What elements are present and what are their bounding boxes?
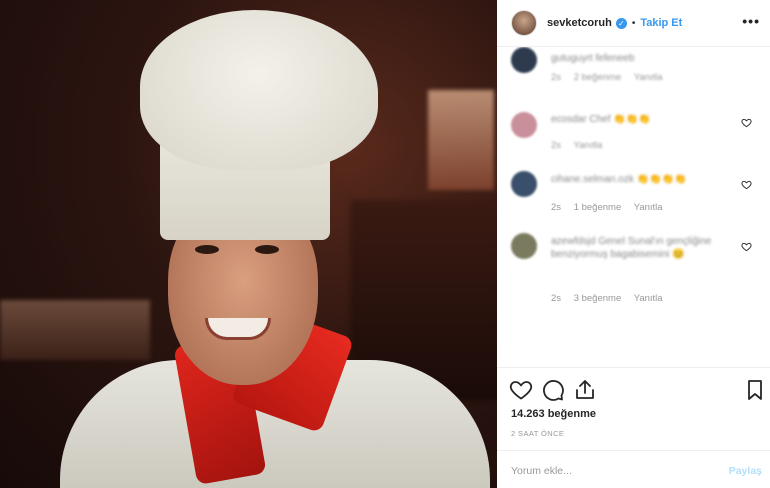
comment-input[interactable]: Yorum ekle... (511, 465, 572, 477)
comment-meta: 2s 2 beğenme Yanıtla (551, 72, 673, 83)
post-header: sevketcoruh ✓ • Takip Et ••• (497, 0, 770, 47)
comment-avatar[interactable] (511, 47, 537, 73)
comment-icon[interactable] (541, 378, 565, 402)
left-eye (195, 245, 219, 254)
comment-meta: 2s 1 beğenme Yanıtla (551, 202, 673, 213)
reply-button[interactable]: Yanıtla (574, 140, 603, 151)
comment-heart-icon[interactable] (741, 241, 752, 252)
post-timestamp[interactable]: 2 SAAT ÖNCE (511, 429, 564, 438)
profile-avatar[interactable] (511, 10, 537, 36)
share-icon[interactable] (573, 378, 597, 402)
comment-heart-icon[interactable] (741, 179, 752, 190)
reply-button[interactable]: Yanıtla (634, 293, 663, 304)
comment-time: 2s (551, 140, 562, 151)
post-actions: 14.263 beğenme 2 SAAT ÖNCE (497, 367, 770, 442)
separator-dot: • (631, 17, 636, 29)
likes-count[interactable]: 14.263 beğenme (511, 408, 596, 420)
bookmark-icon[interactable] (743, 378, 767, 402)
comment-likes[interactable]: 2 beğenme (574, 72, 622, 83)
comment-time: 2s (551, 72, 562, 83)
comment-meta: 2s 3 beğenme Yanıtla (551, 293, 673, 304)
add-comment-bar: Yorum ekle... Paylaş (497, 450, 770, 488)
post-comment-button[interactable]: Paylaş (729, 465, 762, 477)
comment-likes[interactable]: 1 beğenme (574, 202, 622, 213)
comment-text: azewfdsjd Genel Sunal'ın gençliğine benz… (551, 236, 712, 260)
post-photo[interactable] (0, 0, 497, 488)
comment-avatar[interactable] (511, 171, 537, 197)
comment-likes[interactable]: 3 beğenme (574, 293, 622, 304)
verified-badge-icon: ✓ (615, 17, 627, 29)
comment-heart-icon[interactable] (741, 117, 752, 128)
reply-button[interactable]: Yanıtla (634, 202, 663, 213)
comment-text: gutuguyrt fefeneeb (551, 53, 635, 64)
chef-hat-top (140, 10, 378, 170)
comment-avatar[interactable] (511, 112, 537, 138)
comment-text: ecosdar Chef 👏👏👏 (551, 114, 651, 125)
follow-button[interactable]: Takip Et (640, 17, 682, 29)
comment-text: cihane.selman.ozk 👏👏👏👏 (551, 174, 687, 185)
heart-icon[interactable] (509, 378, 533, 402)
username-link[interactable]: sevketcoruh (547, 17, 612, 29)
comment-avatar[interactable] (511, 233, 537, 259)
right-eye (255, 245, 279, 254)
comment-meta: 2s Yanıtla (551, 140, 612, 151)
reply-button[interactable]: Yanıtla (634, 72, 663, 83)
background-counter (0, 300, 150, 360)
comments-list[interactable]: gutuguyrt fefeneeb 2s 2 beğenme Yanıtla … (497, 47, 770, 367)
post-side-panel: sevketcoruh ✓ • Takip Et ••• gutuguyrt f… (497, 0, 770, 488)
comment-time: 2s (551, 293, 562, 304)
comment-time: 2s (551, 202, 562, 213)
more-options-icon[interactable]: ••• (742, 13, 760, 29)
background-window (428, 90, 494, 190)
